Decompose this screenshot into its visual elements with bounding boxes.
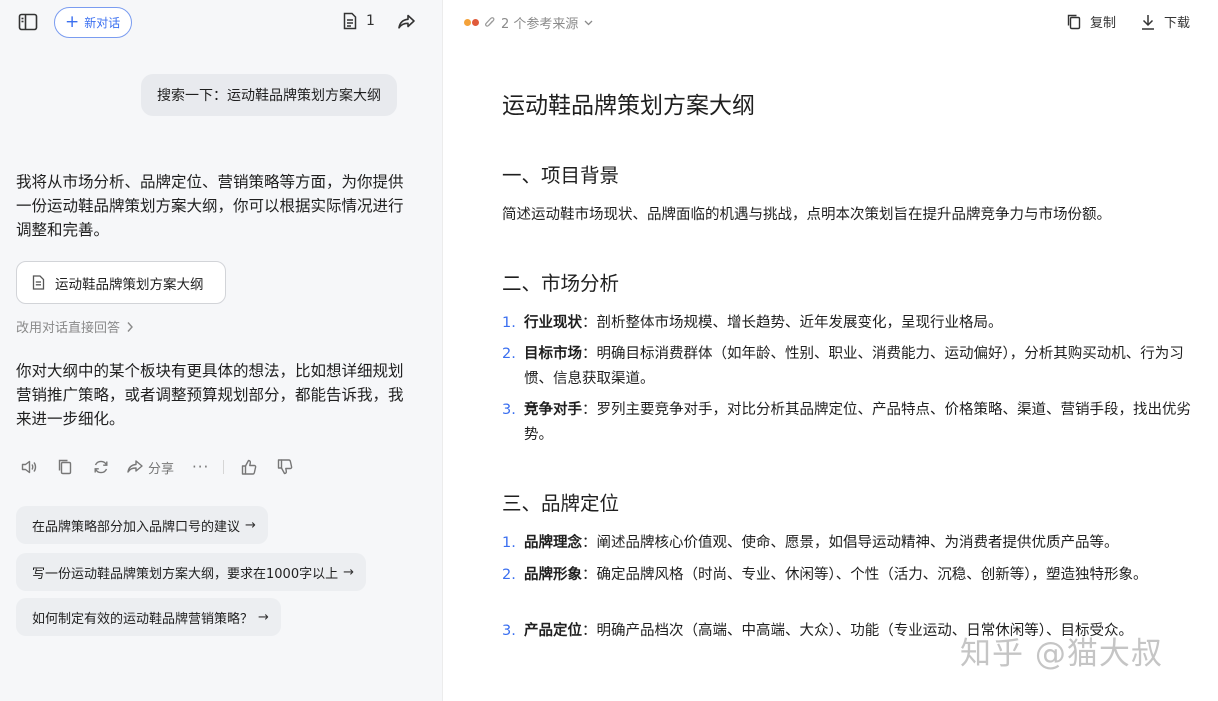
list-text: ：明确产品档次（高端、中高端、大众）、功能（专业运动、日常休闲等）、目标受众。: [582, 623, 1133, 639]
chevron-right-icon: [126, 321, 134, 333]
share-button[interactable]: 分享: [126, 458, 174, 477]
list-text: ：确定品牌风格（时尚、专业、休闲等）、个性（活力、沉稳、创新等），塑造独特形象。: [582, 567, 1148, 583]
copy-icon: [1066, 13, 1082, 31]
arrow-right-icon: →: [343, 564, 354, 580]
list-number: 3.: [502, 402, 516, 418]
user-message-text: 搜索一下：运动鞋品牌策划方案大纲: [157, 88, 381, 104]
suggestion-text: 写一份运动鞋品牌策划方案大纲，要求在1000字以上: [32, 566, 339, 582]
download-icon: [1140, 13, 1156, 31]
list-number: 3.: [502, 623, 516, 639]
list-term: 行业现状: [524, 315, 582, 331]
switch-to-chat-label: 改用对话直接回答: [16, 321, 121, 336]
source-favicons-icon: [464, 19, 479, 26]
divider: [223, 460, 225, 474]
list-term: 竞争对手: [524, 402, 582, 418]
document-card[interactable]: 运动鞋品牌策划方案大纲: [16, 261, 226, 304]
plus-icon: +: [65, 12, 80, 32]
document-count: 1: [366, 13, 375, 29]
section-heading: 三、品牌定位: [502, 492, 620, 515]
copy-button[interactable]: 复制: [1066, 12, 1116, 31]
thumbs-down-icon[interactable]: [274, 456, 296, 478]
share-arrow-icon: [126, 458, 144, 476]
suggestion-chip[interactable]: 如何制定有效的运动鞋品牌营销策略？ →: [16, 598, 281, 636]
list-item: 2. 目标市场：明确目标消费群体（如年龄、性别、职业、消费能力、运动偏好），分析…: [502, 342, 1202, 392]
copy-label: 复制: [1090, 16, 1117, 31]
paperclip-icon: [485, 16, 495, 29]
thumbs-up-icon[interactable]: [238, 456, 260, 478]
sidebar-toggle-icon[interactable]: [17, 11, 39, 33]
chevron-down-icon: [584, 20, 593, 26]
list-term: 目标市场: [524, 346, 582, 362]
section-paragraph: 简述运动鞋市场现状、品牌面临的机遇与挑战，点明本次策划旨在提升品牌竞争力与市场份…: [502, 207, 1111, 223]
list-term: 产品定位: [524, 623, 582, 639]
suggestion-chip[interactable]: 写一份运动鞋品牌策划方案大纲，要求在1000字以上 →: [16, 553, 366, 591]
user-message: 搜索一下：运动鞋品牌策划方案大纲: [141, 74, 397, 116]
list-item: 1. 品牌理念：阐述品牌核心价值观、使命、愿景，如倡导运动精神、为消费者提供优质…: [502, 531, 1202, 556]
arrow-right-icon: →: [258, 609, 269, 625]
list-item: 1. 行业现状：剖析整体市场规模、增长趋势、近年发展变化，呈现行业格局。: [502, 311, 1202, 336]
document-title: 运动鞋品牌策划方案大纲: [502, 93, 755, 119]
share-icon[interactable]: [397, 12, 417, 32]
section-heading: 二、市场分析: [502, 272, 620, 295]
list-term: 品牌理念: [524, 535, 582, 551]
document-icon: [342, 12, 358, 30]
copy-icon[interactable]: [54, 456, 76, 478]
list-item: 3. 竞争对手：罗列主要竞争对手，对比分析其品牌定位、产品特点、价格策略、渠道、…: [502, 398, 1202, 448]
sources-label: 2 个参考来源: [501, 17, 579, 32]
chat-panel: + 新对话 1 搜索一下：运动鞋品牌策划方案大纲 我将从市场分析、品牌定位、营销…: [0, 0, 443, 701]
list-number: 1.: [502, 535, 516, 551]
new-chat-button[interactable]: + 新对话: [54, 7, 133, 38]
suggestion-text: 在品牌策略部分加入品牌口号的建议: [32, 519, 241, 535]
message-actions: 分享 ···: [18, 456, 310, 478]
document-card-title: 运动鞋品牌策划方案大纲: [55, 276, 204, 293]
section-heading: 一、项目背景: [502, 164, 620, 187]
speaker-icon[interactable]: [18, 456, 40, 478]
list-item: 3. 产品定位：明确产品档次（高端、中高端、大众）、功能（专业运动、日常休闲等）…: [502, 619, 1202, 644]
more-icon[interactable]: ···: [192, 458, 209, 476]
list-number: 2.: [502, 567, 516, 583]
new-chat-label: 新对话: [84, 16, 121, 30]
arrow-right-icon: →: [245, 517, 256, 533]
sources-dropdown[interactable]: 2 个参考来源: [464, 13, 593, 32]
list-term: 品牌形象: [524, 567, 582, 583]
list-number: 1.: [502, 315, 516, 331]
ai-followup-text: 你对大纲中的某个板块有更具体的想法，比如想详细规划营销推广策略，或者调整预算规划…: [16, 362, 404, 428]
suggestion-text: 如何制定有效的运动鞋品牌营销策略？: [32, 611, 254, 627]
list-number: 2.: [502, 346, 516, 362]
list-text: ：罗列主要竞争对手，对比分析其品牌定位、产品特点、价格策略、渠道、营销手段，找出…: [524, 402, 1191, 443]
file-icon: [32, 275, 45, 290]
document-count-button[interactable]: 1: [342, 12, 375, 30]
download-button[interactable]: 下载: [1140, 12, 1190, 31]
suggestion-chip[interactable]: 在品牌策略部分加入品牌口号的建议 →: [16, 506, 268, 544]
switch-to-chat-link[interactable]: 改用对话直接回答: [16, 317, 134, 336]
refresh-icon[interactable]: [90, 456, 112, 478]
download-label: 下载: [1164, 16, 1191, 31]
share-label: 分享: [148, 461, 175, 477]
ai-intro-text: 我将从市场分析、品牌定位、营销策略等方面，为你提供一份运动鞋品牌策划方案大纲，你…: [16, 173, 404, 239]
list-text: ：明确目标消费群体（如年龄、性别、职业、消费能力、运动偏好），分析其购买动机、行…: [524, 346, 1184, 387]
list-text: ：剖析整体市场规模、增长趋势、近年发展变化，呈现行业格局。: [582, 315, 1003, 331]
list-item: 2. 品牌形象：确定品牌风格（时尚、专业、休闲等）、个性（活力、沉稳、创新等），…: [502, 563, 1202, 588]
document-panel: 2 个参考来源 复制 下载 运动鞋品牌策划方案大纲 一、项目背景 简述运动鞋市场…: [444, 0, 1218, 701]
list-text: ：阐述品牌核心价值观、使命、愿景，如倡导运动精神、为消费者提供优质产品等。: [582, 535, 1119, 551]
